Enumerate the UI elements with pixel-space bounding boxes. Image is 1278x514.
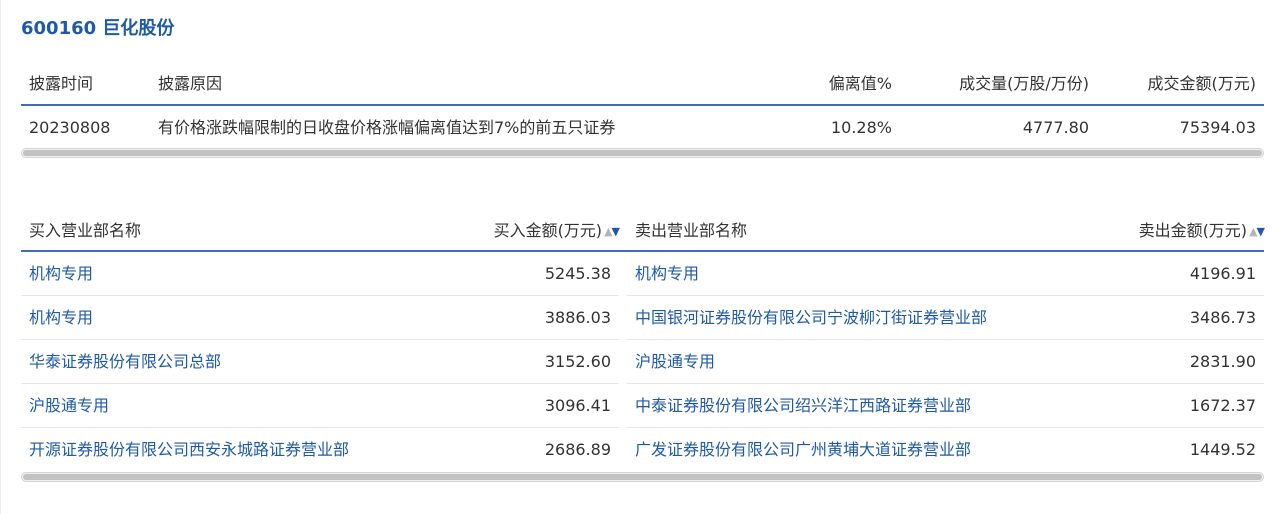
- sell-cell: 沪股通专用 2831.90: [627, 340, 1264, 384]
- buy-branch-link[interactable]: 开源证券股份有限公司西安永城路证券营业部: [29, 428, 349, 472]
- page-frame: 600160 巨化股份 披露时间 披露原因 偏离值% 成交量(万股/万份) 成交…: [0, 0, 1278, 514]
- buy-amount: 3152.60: [544, 352, 611, 371]
- buy-cell: 机构专用 5245.38: [21, 252, 619, 296]
- disclosure-amount: 75394.03: [1179, 118, 1256, 137]
- table-row: 机构专用 5245.38 机构专用 4196.91: [21, 252, 1264, 296]
- disclosure-horizontal-scrollbar[interactable]: [21, 148, 1264, 158]
- table-row: 华泰证券股份有限公司总部 3152.60 沪股通专用 2831.90: [21, 340, 1264, 384]
- disclosure-row: 20230808 有价格涨跌幅限制的日收盘价格涨幅偏离值达到7%的前五只证券 1…: [21, 106, 1264, 150]
- sell-amount: 3486.73: [1189, 308, 1256, 327]
- header-disclosure-reason: 披露原因: [158, 74, 223, 93]
- buy-amount: 2686.89: [544, 440, 611, 459]
- sort-icon[interactable]: ▲▼: [1249, 213, 1266, 251]
- table-row: 开源证券股份有限公司西安永城路证券营业部 2686.89 广发证券股份有限公司广…: [21, 428, 1264, 472]
- sell-cell: 广发证券股份有限公司广州黄埔大道证券营业部 1449.52: [627, 428, 1264, 472]
- sell-amount: 1672.37: [1189, 396, 1256, 415]
- disclosure-volume: 4777.80: [1022, 118, 1089, 137]
- buy-amount: 3886.03: [544, 308, 611, 327]
- sort-down-icon[interactable]: ▼: [1257, 225, 1266, 238]
- sort-up-icon[interactable]: ▲: [604, 225, 613, 238]
- buy-cell: 沪股通专用 3096.41: [21, 384, 619, 428]
- sort-up-icon[interactable]: ▲: [1249, 225, 1258, 238]
- disclosure-header-row: 披露时间 披露原因 偏离值% 成交量(万股/万份) 成交金额(万元): [21, 64, 1264, 106]
- sell-branch-link[interactable]: 机构专用: [635, 252, 699, 296]
- sell-amount: 2831.90: [1189, 352, 1256, 371]
- buy-branch-link[interactable]: 机构专用: [29, 252, 93, 296]
- stock-title: 600160 巨化股份: [21, 18, 175, 39]
- sell-header: 卖出营业部名称 卖出金额(万元) ▲▼: [627, 212, 1266, 251]
- buy-amount: 3096.41: [544, 396, 611, 415]
- buy-branch-link[interactable]: 机构专用: [29, 296, 93, 340]
- buy-cell: 华泰证券股份有限公司总部 3152.60: [21, 340, 619, 384]
- header-deviation: 偏离值%: [828, 74, 892, 93]
- disclosure-table: 披露时间 披露原因 偏离值% 成交量(万股/万份) 成交金额(万元) 20230…: [21, 64, 1264, 150]
- header-amount: 成交金额(万元): [1147, 74, 1257, 93]
- sell-amount: 4196.91: [1189, 264, 1256, 283]
- sell-cell: 中泰证券股份有限公司绍兴洋江西路证券营业部 1672.37: [627, 384, 1264, 428]
- sell-branch-link[interactable]: 广发证券股份有限公司广州黄埔大道证券营业部: [635, 428, 971, 472]
- scrollbar-thumb[interactable]: [23, 150, 1262, 156]
- header-volume: 成交量(万股/万份): [959, 74, 1089, 93]
- sell-branch-link[interactable]: 中国银河证券股份有限公司宁波柳汀街证券营业部: [635, 296, 987, 340]
- table-row: 机构专用 3886.03 中国银河证券股份有限公司宁波柳汀街证券营业部 3486…: [21, 296, 1264, 340]
- buy-branch-name-header: 买入营业部名称: [29, 221, 142, 240]
- sell-branch-name-header: 卖出营业部名称: [635, 221, 748, 240]
- buy-branch-link[interactable]: 沪股通专用: [29, 384, 109, 428]
- disclosure-time: 20230808: [29, 118, 111, 137]
- sell-branch-link[interactable]: 沪股通专用: [635, 340, 715, 384]
- sell-cell: 中国银河证券股份有限公司宁波柳汀街证券营业部 3486.73: [627, 296, 1264, 340]
- buy-amount-header-label: 买入金额(万元): [493, 221, 603, 240]
- sell-amount-header-label: 卖出金额(万元): [1138, 221, 1248, 240]
- sell-branch-link[interactable]: 中泰证券股份有限公司绍兴洋江西路证券营业部: [635, 384, 971, 428]
- sort-icon[interactable]: ▲▼: [604, 213, 621, 251]
- sort-down-icon[interactable]: ▼: [612, 225, 621, 238]
- buy-amount-header[interactable]: 买入金额(万元) ▲▼: [493, 212, 621, 251]
- trades-header-row: 买入营业部名称 买入金额(万元) ▲▼ 卖出营业部名称 卖出金额(万元) ▲▼: [21, 212, 1266, 252]
- trades-table: 买入营业部名称 买入金额(万元) ▲▼ 卖出营业部名称 卖出金额(万元) ▲▼ 机构…: [21, 212, 1266, 472]
- sell-cell: 机构专用 4196.91: [627, 252, 1264, 296]
- buy-header: 买入营业部名称 买入金额(万元) ▲▼: [21, 212, 621, 251]
- buy-amount: 5245.38: [544, 264, 611, 283]
- sell-amount: 1449.52: [1189, 440, 1256, 459]
- disclosure-reason: 有价格涨跌幅限制的日收盘价格涨幅偏离值达到7%的前五只证券: [158, 118, 616, 137]
- table-row: 沪股通专用 3096.41 中泰证券股份有限公司绍兴洋江西路证券营业部 1672…: [21, 384, 1264, 428]
- header-disclosure-time: 披露时间: [29, 74, 94, 93]
- sell-amount-header[interactable]: 卖出金额(万元) ▲▼: [1138, 212, 1266, 251]
- buy-cell: 机构专用 3886.03: [21, 296, 619, 340]
- buy-branch-link[interactable]: 华泰证券股份有限公司总部: [29, 340, 221, 384]
- disclosure-deviation: 10.28%: [830, 118, 892, 137]
- buy-cell: 开源证券股份有限公司西安永城路证券营业部 2686.89: [21, 428, 619, 472]
- trades-horizontal-scrollbar[interactable]: [21, 472, 1264, 482]
- scrollbar-thumb[interactable]: [23, 474, 1262, 480]
